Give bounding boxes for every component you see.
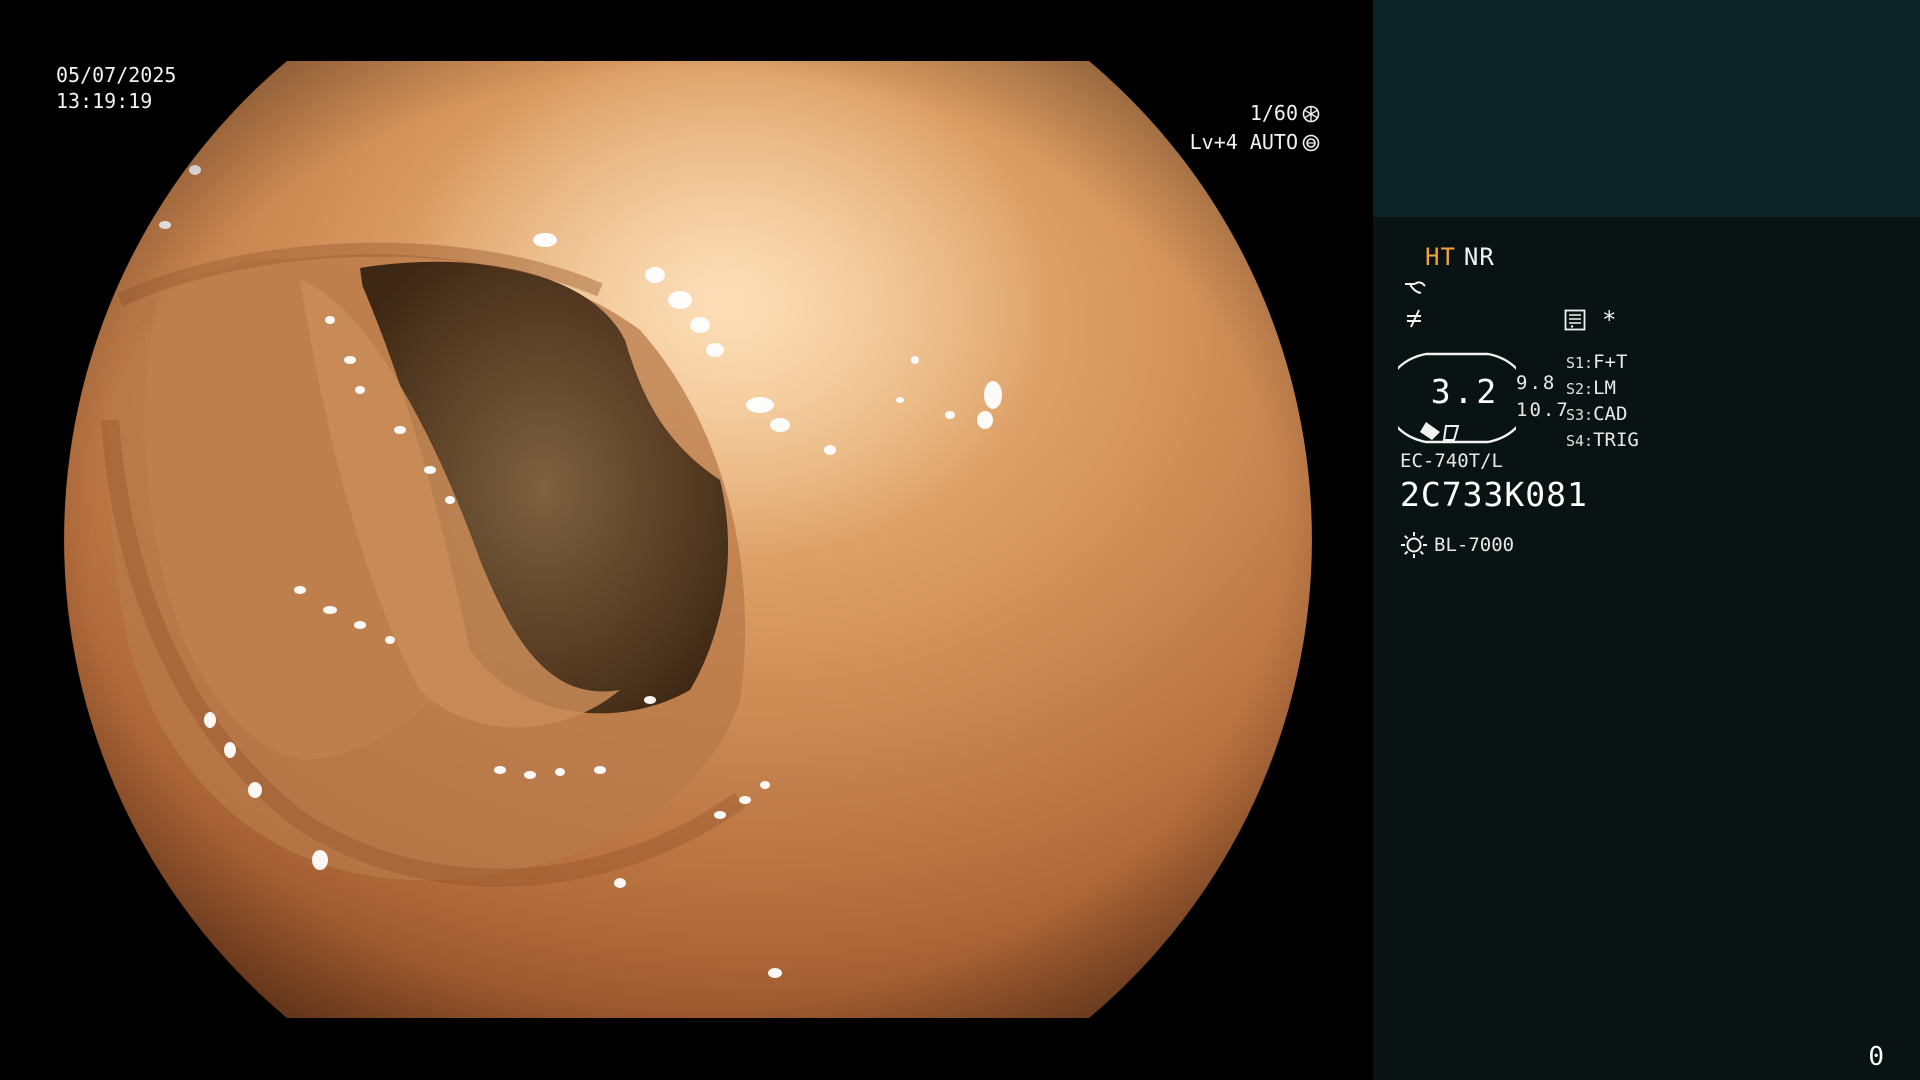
- shutter-row: 1/60: [1190, 99, 1320, 128]
- star-mark: *: [1602, 306, 1617, 334]
- info-panel: HT NR * 3.2 9.8 10.7 S1:F+T S2:LM S3:CAD …: [1373, 0, 1920, 1080]
- switch-value: CAD: [1593, 403, 1628, 425]
- nr-mode-label: NR: [1463, 243, 1495, 271]
- switch-key: S1:: [1566, 354, 1594, 372]
- light-source-row: BL-7000: [1400, 531, 1514, 559]
- endoscopy-screen: 05/07/2025 13:19:19 1/60 Lv+4 AUTO HT NR…: [0, 0, 1920, 1080]
- enhance-value-1: 9.8: [1516, 372, 1557, 394]
- endoscope-live-image: [64, 61, 1312, 1018]
- iris-row: Lv+4 AUTO: [1190, 128, 1320, 157]
- shutter-speed: 1/60: [1249, 101, 1298, 125]
- switch-row-s4: S4:TRIG: [1566, 428, 1639, 454]
- switch-row-s3: S3:CAD: [1566, 402, 1639, 428]
- image-mode-row: HT NR: [1425, 243, 1495, 271]
- scope-switch-list: S1:F+T S2:LM S3:CAD S4:TRIG: [1566, 350, 1639, 454]
- capture-time: 13:19:19: [56, 89, 153, 113]
- exposure-info: 1/60 Lv+4 AUTO: [1190, 99, 1320, 157]
- switch-row-s1: S1:F+T: [1566, 350, 1639, 376]
- switch-row-s2: S2:LM: [1566, 376, 1639, 402]
- light-source-name: BL-7000: [1434, 534, 1515, 556]
- scope-model: EC-740T/L: [1400, 450, 1503, 472]
- reference-thumbnail-area: [1373, 0, 1920, 217]
- switch-key: S3:: [1566, 406, 1594, 424]
- switch-value: F+T: [1593, 351, 1628, 373]
- zoom-value: 3.2: [1430, 372, 1500, 411]
- capture-datetime: 05/07/2025 13:19:19: [56, 62, 176, 114]
- switch-key: S2:: [1566, 380, 1594, 398]
- iris-mode: Lv+4 AUTO: [1189, 130, 1298, 154]
- light-source-icon: [1401, 532, 1427, 558]
- shutter-icon: [1302, 105, 1320, 122]
- capture-date: 05/07/2025: [56, 63, 177, 87]
- switch-value: TRIG: [1593, 429, 1639, 451]
- switch-value: LM: [1593, 377, 1616, 399]
- endoscope-image-area: 05/07/2025 13:19:19 1/60 Lv+4 AUTO: [0, 0, 1372, 1080]
- ht-mode-label: HT: [1425, 243, 1456, 271]
- structure-enhance-icon: [1405, 281, 1426, 294]
- color-enhance-icon: [1407, 309, 1421, 328]
- switch-key: S4:: [1566, 432, 1594, 450]
- iris-icon: [1302, 134, 1320, 151]
- image-counter: 0: [1868, 1042, 1884, 1072]
- scope-serial-number: 2C733K081: [1400, 475, 1588, 514]
- enhance-value-2: 10.7: [1516, 399, 1570, 421]
- menu-list-icon: [1564, 309, 1586, 331]
